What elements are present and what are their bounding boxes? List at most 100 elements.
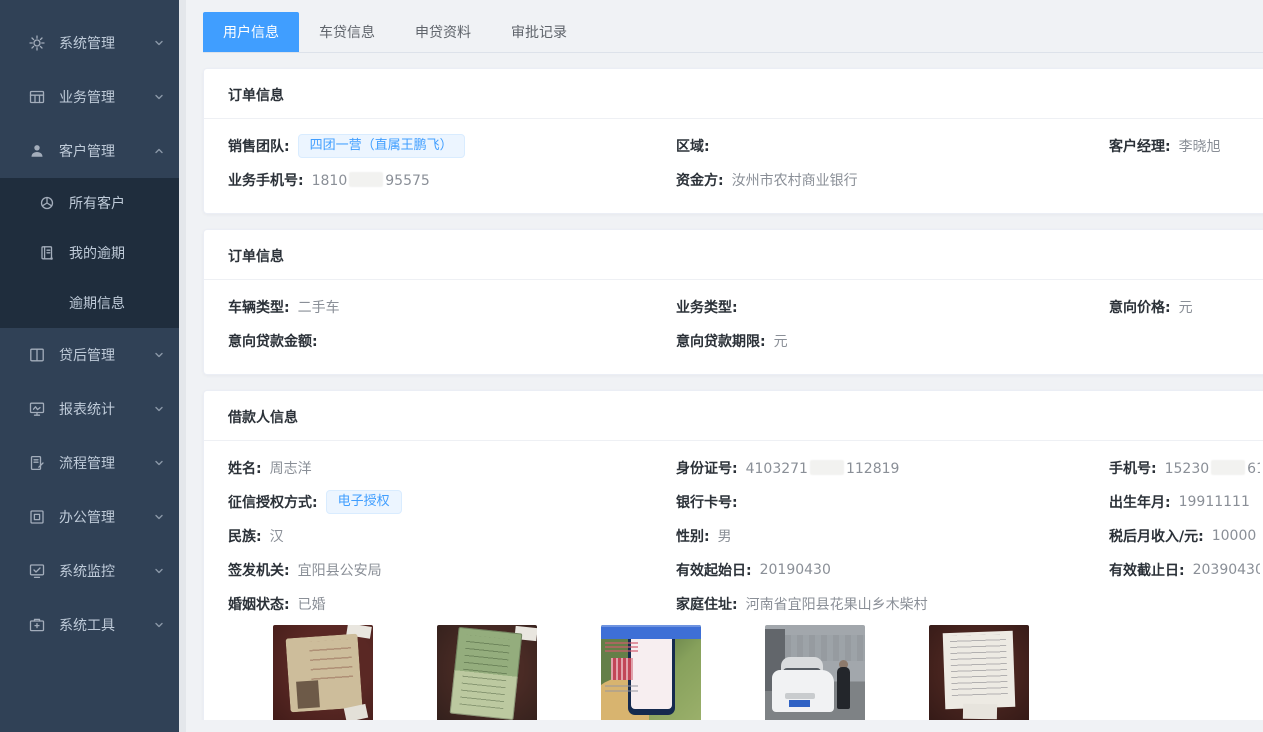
redaction-blur <box>349 172 383 187</box>
field-value: 二手车 <box>298 297 340 317</box>
sidebar-scrollbar[interactable] <box>179 0 186 732</box>
field-name: 姓名: 周志洋 <box>228 451 676 485</box>
person-car-photo[interactable] <box>765 625 865 720</box>
field-biz-phone: 业务手机号: 181095575 <box>228 163 676 197</box>
sidebar-item-label: 贷后管理 <box>59 345 115 365</box>
sidebar: 系统管理 业务管理 客户管理 所有客户 <box>0 0 186 732</box>
pie-icon <box>38 194 56 212</box>
monitor-check-icon <box>28 562 46 580</box>
field-value: 宜阳县公安局 <box>298 560 382 580</box>
field-valid-to: 有效截止日: 20390430 <box>1109 553 1260 587</box>
field-valid-from: 有效起始日: 20190430 <box>676 553 1109 587</box>
chevron-down-icon <box>152 36 166 50</box>
sidebar-item-label: 流程管理 <box>59 453 115 473</box>
field-ethnicity: 民族: 汉 <box>228 519 676 553</box>
borrower-info-card: 借款人信息 姓名: 周志洋 身份证号: 4103271112819 手机号: 1… <box>203 390 1263 720</box>
sidebar-item-label: 系统管理 <box>59 33 115 53</box>
field-value: 20390430 <box>1193 562 1260 578</box>
field-label: 意向贷款期限: <box>676 331 766 351</box>
sidebar-item-label: 所有客户 <box>69 193 125 213</box>
field-label: 签发机关: <box>228 560 290 580</box>
field-bank-card: 银行卡号: <box>676 485 1109 519</box>
field-label: 意向价格: <box>1109 297 1171 317</box>
field-value: 李晓旭 <box>1179 136 1221 156</box>
field-label: 客户经理: <box>1109 136 1171 156</box>
field-label: 业务类型: <box>676 297 738 317</box>
auth-qr-photo[interactable] <box>601 625 701 720</box>
field-sales-team: 销售团队: 四团一营（直属王鹏飞） <box>228 129 676 163</box>
field-manager: 客户经理: 李晓旭 <box>1109 129 1260 163</box>
field-label: 税后月收入/元: <box>1109 526 1204 546</box>
field-label: 有效起始日: <box>676 560 752 580</box>
sidebar-item-label: 业务管理 <box>59 87 115 107</box>
field-empty <box>1109 163 1260 197</box>
field-address: 家庭住址: 河南省宜阳县花果山乡木柴村 <box>676 587 1109 621</box>
order-info-card: 订单信息 销售团队: 四团一营（直属王鹏飞） 区域: 客户经理: 李晓旭 业务手… <box>203 68 1263 214</box>
field-id-number: 身份证号: 4103271112819 <box>676 451 1109 485</box>
field-label: 性别: <box>676 526 710 546</box>
field-value: 元 <box>774 331 788 351</box>
sidebar-item-all-customers[interactable]: 所有客户 <box>0 178 186 228</box>
chevron-down-icon <box>152 510 166 524</box>
gear-icon <box>28 34 46 52</box>
customer-submenu: 所有客户 我的逾期 逾期信息 <box>0 178 186 328</box>
tab-user-info[interactable]: 用户信息 <box>203 12 299 52</box>
sidebar-item-label: 系统工具 <box>59 615 115 635</box>
sidebar-item-post-loan[interactable]: 贷后管理 <box>0 328 186 382</box>
field-value: 河南省宜阳县花果山乡木柴村 <box>746 594 928 614</box>
field-empty <box>1109 324 1260 358</box>
sidebar-item-system[interactable]: 系统管理 <box>0 16 186 70</box>
field-credit-auth: 征信授权方式: 电子授权 <box>228 485 676 519</box>
document-photo[interactable] <box>929 625 1029 720</box>
field-loan-amount: 意向贷款金额: <box>228 324 676 358</box>
chevron-down-icon <box>152 90 166 104</box>
sidebar-item-label: 我的逾期 <box>69 243 125 263</box>
field-value: 男 <box>718 526 732 546</box>
field-label: 银行卡号: <box>676 492 738 512</box>
notebook-icon <box>38 244 56 262</box>
sidebar-item-label: 系统监控 <box>59 561 115 581</box>
card-title: 订单信息 <box>204 230 1263 280</box>
sidebar-item-my-overdue[interactable]: 我的逾期 <box>0 228 186 278</box>
field-phone: 手机号: 152306137 <box>1109 451 1260 485</box>
sales-team-tag[interactable]: 四团一营（直属王鹏飞） <box>298 134 465 158</box>
tab-loan-docs[interactable]: 申贷资料 <box>395 12 491 52</box>
field-label: 有效截止日: <box>1109 560 1185 580</box>
sidebar-item-label: 逾期信息 <box>69 293 125 313</box>
field-value: 4103271112819 <box>746 460 900 477</box>
field-loan-term: 意向贷款期限: 元 <box>676 324 1109 358</box>
sidebar-item-monitor[interactable]: 系统监控 <box>0 544 186 598</box>
photo-item: 其他材料 <box>929 625 1029 720</box>
field-empty <box>1109 587 1260 621</box>
toolbox-icon <box>28 616 46 634</box>
sidebar-item-customer[interactable]: 客户管理 <box>0 124 186 178</box>
loan-intent-card: 订单信息 车辆类型: 二手车 业务类型: 意向价格: 元 意向贷款金额: 意向贷… <box>203 229 1263 375</box>
field-value: 10000 <box>1212 528 1257 544</box>
field-label: 身份证号: <box>676 458 738 478</box>
sidebar-item-tools[interactable]: 系统工具 <box>0 598 186 652</box>
sidebar-item-reports[interactable]: 报表统计 <box>0 382 186 436</box>
field-value: 元 <box>1179 297 1193 317</box>
sidebar-item-overdue-info[interactable]: 逾期信息 <box>0 278 186 328</box>
photo-item: 人车照 <box>765 625 865 720</box>
tab-car-loan[interactable]: 车贷信息 <box>299 12 395 52</box>
document-photos: 身份证 银行卡照片 授权截图 <box>204 621 1263 720</box>
book-icon <box>28 346 46 364</box>
field-funder: 资金方: 汝州市农村商业银行 <box>676 163 1109 197</box>
field-marital: 婚姻状态: 已婚 <box>228 587 676 621</box>
main-content: 用户信息 车贷信息 申贷资料 审批记录 订单信息 销售团队: 四团一营（直属王鹏… <box>186 0 1263 720</box>
credit-auth-tag: 电子授权 <box>326 490 402 514</box>
field-value: 已婚 <box>298 594 326 614</box>
sidebar-item-business[interactable]: 业务管理 <box>0 70 186 124</box>
sidebar-item-process[interactable]: 流程管理 <box>0 436 186 490</box>
chevron-down-icon <box>152 618 166 632</box>
photo-item: 身份证 <box>273 625 373 720</box>
id-card-photo[interactable] <box>273 625 373 720</box>
tab-approval[interactable]: 审批记录 <box>491 12 587 52</box>
photo-item: 授权截图 <box>601 625 701 720</box>
field-label: 婚姻状态: <box>228 594 290 614</box>
chevron-down-icon <box>152 348 166 362</box>
sidebar-item-office[interactable]: 办公管理 <box>0 490 186 544</box>
bank-book-photo[interactable] <box>437 625 537 720</box>
field-value: 152306137 <box>1165 460 1260 477</box>
